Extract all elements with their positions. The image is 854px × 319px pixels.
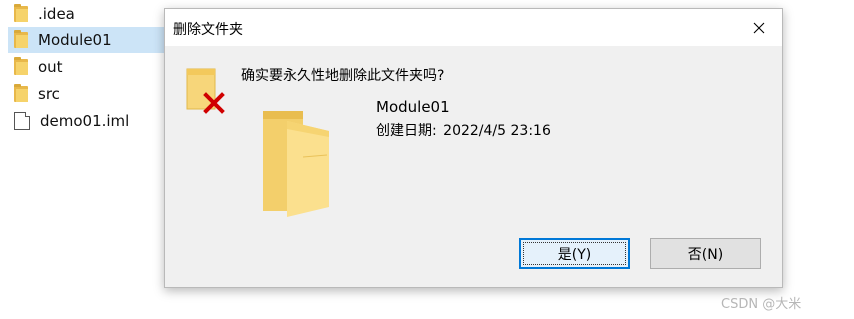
- yes-button[interactable]: 是(Y): [519, 238, 630, 269]
- folder-icon: [14, 30, 28, 48]
- date-value: 2022/4/5 23:16: [443, 123, 551, 139]
- file-name: src: [38, 85, 60, 103]
- delete-folder-icon: [186, 68, 225, 114]
- file-list: .idea Module01 out src demo01.iml: [0, 0, 168, 140]
- close-icon: [753, 22, 765, 33]
- file-item-module01[interactable]: Module01: [8, 27, 168, 53]
- dialog-title: 删除文件夹: [173, 22, 243, 38]
- file-item-src[interactable]: src: [8, 81, 164, 107]
- file-icon: [14, 112, 30, 130]
- file-item-idea[interactable]: .idea: [8, 1, 164, 27]
- file-item-demo01[interactable]: demo01.iml: [8, 108, 164, 134]
- file-name: out: [38, 58, 63, 76]
- no-button-label: 否(N): [687, 246, 724, 263]
- date-label: 创建日期:: [376, 123, 437, 139]
- folder-icon: [14, 4, 28, 22]
- confirm-question: 确实要永久性地删除此文件夹吗?: [241, 68, 445, 84]
- folder-icon: [263, 111, 329, 217]
- watermark: CSDN @大米: [721, 297, 802, 312]
- item-name: Module01: [376, 98, 450, 116]
- item-date: 创建日期: 2022/4/5 23:16: [376, 120, 551, 140]
- delete-folder-dialog: 删除文件夹 确实要永久性地删除此文件夹吗? Module01 创建日期: 202…: [164, 8, 783, 288]
- file-name: demo01.iml: [40, 112, 130, 130]
- yes-button-label: 是(Y): [557, 246, 592, 263]
- file-name: Module01: [38, 31, 112, 49]
- close-button[interactable]: [736, 9, 782, 46]
- folder-icon: [14, 57, 28, 75]
- dialog-titlebar[interactable]: 删除文件夹: [165, 9, 782, 46]
- file-name: .idea: [38, 5, 75, 23]
- no-button[interactable]: 否(N): [650, 238, 761, 269]
- folder-icon: [14, 84, 28, 102]
- file-item-out[interactable]: out: [8, 54, 164, 80]
